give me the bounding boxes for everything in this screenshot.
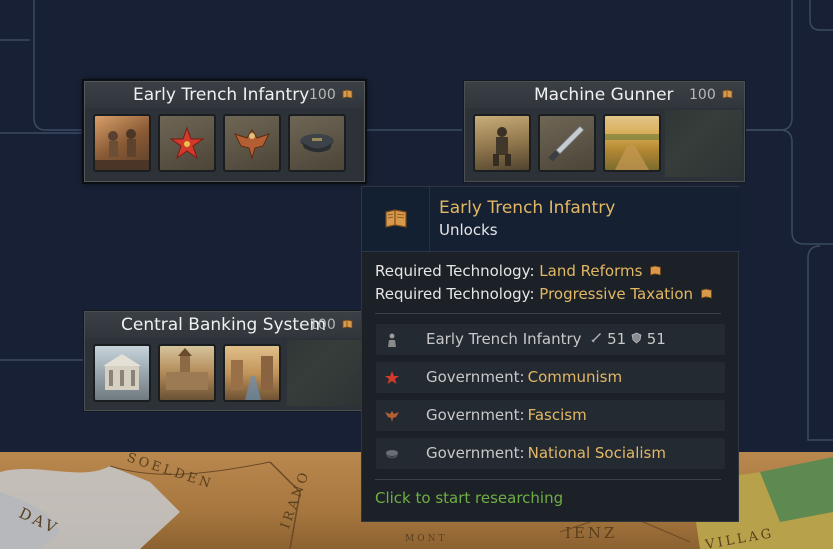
eagle-icon — [385, 411, 399, 422]
cap-icon — [386, 450, 398, 459]
soldiers-charge-icon[interactable] — [93, 114, 151, 172]
map-label-mont: MONT — [405, 534, 448, 544]
research-book-icon — [650, 265, 662, 276]
requirement-label: Required Technology: — [375, 262, 535, 280]
unlock-row-fascism: Government: Fascism — [376, 400, 725, 431]
requirement-value[interactable]: Land Reforms — [539, 262, 642, 280]
research-hint: Click to start researching — [375, 489, 564, 507]
attack-value: 51 — [607, 330, 627, 348]
tech-cost: 100 — [689, 87, 716, 103]
unlock-row-communism: Government: Communism — [376, 362, 725, 393]
bayonet-icon[interactable] — [538, 114, 596, 172]
unlock-row-unit: Early Trench Infantry 51 51 — [376, 324, 725, 355]
unit-name: Early Trench Infantry — [426, 330, 582, 348]
unlock-label: Government: Fascism — [426, 406, 587, 424]
tech-title: Machine Gunner — [534, 85, 674, 105]
card-background-art — [665, 110, 742, 177]
wheat-field-icon[interactable] — [603, 114, 661, 172]
tech-card-machine-gunner[interactable]: Machine Gunner 100 — [464, 81, 745, 182]
officer-cap-icon[interactable] — [288, 114, 346, 172]
defense-shield-icon — [631, 332, 642, 344]
research-book-icon — [722, 89, 733, 99]
unlock-row-national-socialism: Government: National Socialism — [376, 438, 725, 469]
tooltip-icon-box — [362, 187, 430, 251]
defense-value: 51 — [646, 330, 666, 348]
research-book-icon — [342, 319, 353, 329]
attack-sword-icon — [591, 333, 602, 343]
requirement-value[interactable]: Progressive Taxation — [539, 285, 693, 303]
requirement-label: Required Technology: — [375, 285, 535, 303]
unlock-label: Government: Communism — [426, 368, 622, 386]
tech-title: Central Banking System — [121, 315, 327, 335]
tech-tooltip: Early Trench Infantry Unlocks Required T… — [361, 186, 740, 522]
tech-cost: 100 — [309, 317, 336, 333]
castle-town-icon[interactable] — [158, 344, 216, 402]
tech-card-central-banking-system[interactable]: Central Banking System 100 — [84, 311, 365, 411]
machine-gunner-soldier-icon[interactable] — [473, 114, 531, 172]
tech-title: Early Trench Infantry — [133, 85, 310, 105]
city-street-icon[interactable] — [223, 344, 281, 402]
communism-star-icon[interactable] — [158, 114, 216, 172]
research-book-icon — [385, 209, 407, 228]
card-background-art — [287, 340, 362, 406]
government-value: National Socialism — [527, 444, 666, 462]
government-label: Government: — [426, 444, 525, 462]
required-technology-line: Required Technology: Progressive Taxatio… — [375, 285, 713, 303]
government-label: Government: — [426, 368, 525, 386]
bank-building-icon[interactable] — [93, 344, 151, 402]
tech-card-early-trench-infantry[interactable]: Early Trench Infantry 100 — [84, 81, 365, 182]
research-book-icon — [342, 89, 353, 99]
government-value: Communism — [527, 368, 623, 386]
star-icon — [385, 371, 399, 384]
tooltip-title: Early Trench Infantry — [439, 198, 616, 218]
tooltip-subtitle: Unlocks — [439, 221, 498, 239]
tooltip-header: Early Trench Infantry Unlocks — [362, 187, 740, 252]
government-value: Fascism — [527, 406, 587, 424]
map-label-ienz: IENZ — [565, 524, 618, 542]
divider — [375, 313, 721, 314]
research-book-icon — [700, 288, 712, 299]
tech-cost: 100 — [309, 87, 336, 103]
divider — [375, 479, 721, 480]
government-label: Government: — [426, 406, 525, 424]
infantry-icon — [388, 333, 396, 347]
fascism-eagle-icon[interactable] — [223, 114, 281, 172]
unlock-label: Early Trench Infantry 51 51 — [426, 330, 666, 348]
required-technology-line: Required Technology: Land Reforms — [375, 262, 662, 280]
unlock-label: Government: National Socialism — [426, 444, 666, 462]
